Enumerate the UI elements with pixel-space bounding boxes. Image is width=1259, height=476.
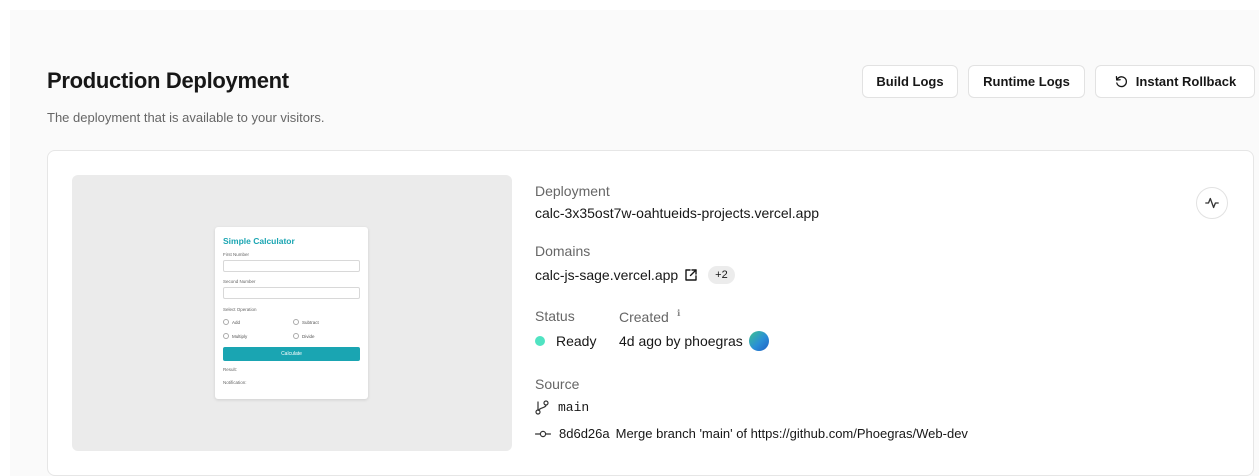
- calculator-screenshot: Simple Calculator First Number Second Nu…: [215, 227, 368, 399]
- runtime-logs-button[interactable]: Runtime Logs: [968, 65, 1085, 98]
- preview-option-label: Divide: [302, 333, 315, 339]
- domains-count-badge[interactable]: +2: [708, 266, 735, 284]
- avatar[interactable]: [748, 331, 769, 351]
- build-logs-label: Build Logs: [876, 74, 944, 89]
- status-label: Status: [535, 308, 575, 324]
- commit-message: Merge branch 'main' of https://github.co…: [615, 426, 968, 441]
- radio-icon: [293, 333, 299, 339]
- preview-result-label: Result:: [223, 367, 238, 372]
- deployment-preview[interactable]: Simple Calculator First Number Second Nu…: [72, 175, 512, 451]
- status-value: Ready: [556, 333, 597, 349]
- rotate-ccw-icon: [1114, 74, 1129, 89]
- page-title: Production Deployment: [47, 68, 289, 93]
- deployment-label: Deployment: [535, 183, 610, 199]
- preview-option-label: Subtract: [302, 319, 319, 325]
- branch-name: main: [558, 400, 590, 415]
- created-value: 4d ago by phoegras: [619, 333, 743, 349]
- radio-icon: [293, 319, 299, 325]
- activity-button[interactable]: [1196, 187, 1228, 219]
- preview-operation-label: Select Operation: [223, 307, 257, 312]
- preview-second-number-field: [223, 287, 360, 299]
- preview-option: Subtract: [293, 319, 319, 325]
- deployment-card: Simple Calculator First Number Second Nu…: [47, 150, 1254, 476]
- domain-link[interactable]: calc-js-sage.vercel.app: [535, 267, 678, 283]
- preview-option: Divide: [293, 333, 315, 339]
- created-label: Created: [619, 309, 669, 325]
- radio-icon: [223, 319, 229, 325]
- branch-row[interactable]: main: [535, 400, 589, 415]
- source-label: Source: [535, 376, 580, 392]
- page-subtitle: The deployment that is available to your…: [47, 110, 325, 125]
- preview-calc-title: Simple Calculator: [223, 236, 295, 246]
- preview-option: Add: [223, 319, 240, 325]
- instant-rollback-label: Instant Rollback: [1135, 74, 1237, 89]
- created-value-row: 4d ago by phoegras: [619, 331, 769, 351]
- radio-icon: [223, 333, 229, 339]
- info-icon[interactable]: ℹ: [677, 308, 680, 319]
- runtime-logs-label: Runtime Logs: [983, 74, 1070, 89]
- domains-label: Domains: [535, 243, 591, 259]
- commit-hash: 8d6d26a: [559, 426, 610, 441]
- preview-second-number-label: Second Number: [223, 279, 256, 284]
- activity-icon: [1205, 197, 1219, 209]
- created-header: Created ℹ: [619, 308, 680, 326]
- git-commit-icon: [535, 429, 551, 439]
- preview-option: Multiply: [223, 333, 247, 339]
- git-branch-icon: [535, 400, 549, 415]
- preview-calculate-button: Calculate: [223, 347, 360, 361]
- preview-first-number-label: First Number: [223, 252, 250, 257]
- preview-option-label: Add: [232, 319, 241, 325]
- build-logs-button[interactable]: Build Logs: [862, 65, 958, 98]
- domains-row: calc-js-sage.vercel.app +2: [535, 266, 735, 284]
- preview-notification-label: Notification:: [223, 380, 247, 385]
- deployment-url-link[interactable]: calc-3x35ost7w-oahtueids-projects.vercel…: [535, 205, 819, 221]
- instant-rollback-button[interactable]: Instant Rollback: [1095, 65, 1255, 98]
- preview-first-number-field: [223, 260, 360, 272]
- page-background: Production Deployment The deployment tha…: [10, 10, 1259, 476]
- status-ready-indicator: [535, 336, 545, 346]
- status-value-row: Ready: [535, 333, 596, 349]
- external-link-icon[interactable]: [684, 268, 698, 282]
- preview-option-label: Multiply: [232, 333, 248, 339]
- commit-row[interactable]: 8d6d26a Merge branch 'main' of https://g…: [535, 426, 968, 441]
